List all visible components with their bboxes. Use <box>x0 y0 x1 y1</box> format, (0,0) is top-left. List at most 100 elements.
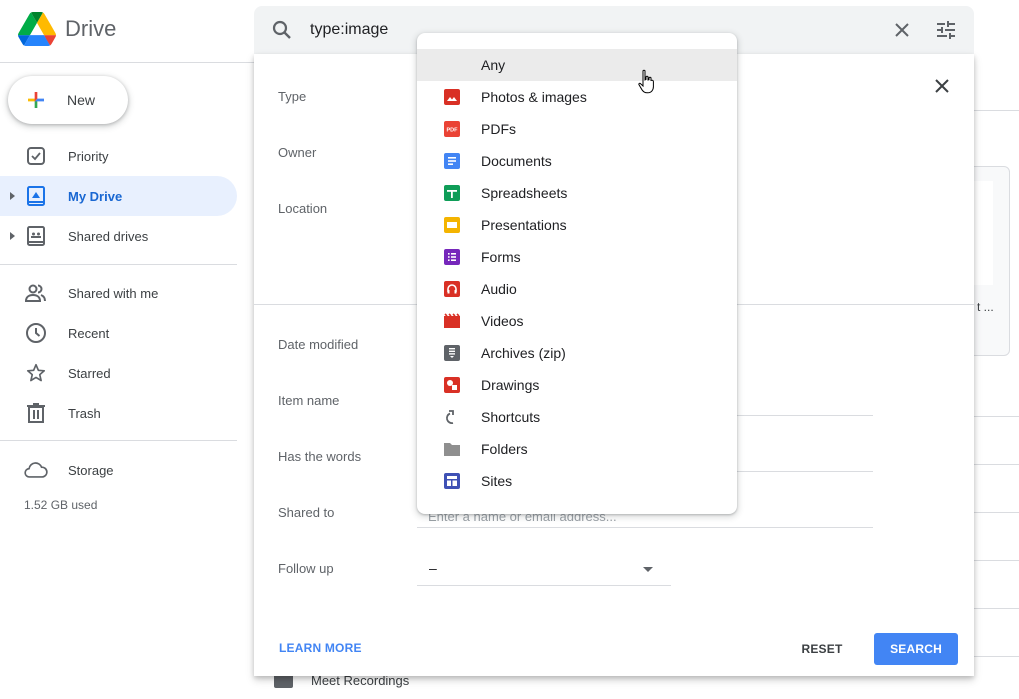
sidebar-item-shared-with-me[interactable]: Shared with me <box>0 273 237 313</box>
sidebar-item-label: Priority <box>68 148 109 164</box>
type-option-label: Archives (zip) <box>481 345 566 361</box>
clear-search-icon[interactable] <box>890 18 914 47</box>
background-row-divider <box>974 608 1019 609</box>
location-label: Location <box>278 201 328 216</box>
star-icon <box>24 361 48 385</box>
type-option-shortcuts[interactable]: Shortcuts <box>417 401 737 433</box>
sidebar-item-trash[interactable]: Trash <box>0 393 237 433</box>
my-drive-icon <box>24 184 48 208</box>
type-option-label: Sites <box>481 473 513 489</box>
type-option-label: Presentations <box>481 217 567 233</box>
sidebar-item-label: My Drive <box>68 188 123 204</box>
type-option-label: Videos <box>481 313 524 329</box>
dropdown-arrow-icon <box>643 567 653 572</box>
pdf-icon: PDF <box>444 121 460 137</box>
type-option-label: PDFs <box>481 121 516 137</box>
search-button[interactable]: SEARCH <box>874 633 958 665</box>
type-option-archives[interactable]: Archives (zip) <box>417 337 737 369</box>
file-card-name: t ... <box>977 300 994 314</box>
app-name: Drive <box>65 16 117 41</box>
image-icon <box>444 89 460 105</box>
type-option-label: Audio <box>481 281 517 297</box>
priority-check-icon <box>24 144 48 168</box>
learn-more-link[interactable]: LEARN MORE <box>279 641 362 655</box>
type-dropdown-menu: Any Photos & images PDF PDFs Documents S… <box>417 33 737 514</box>
type-option-sites[interactable]: Sites <box>417 465 737 497</box>
drive-logo-icon <box>18 12 56 46</box>
type-option-audio[interactable]: Audio <box>417 273 737 305</box>
type-option-videos[interactable]: Videos <box>417 305 737 337</box>
shared-to-label: Shared to <box>278 505 335 520</box>
type-option-spreadsheets[interactable]: Spreadsheets <box>417 177 737 209</box>
sidebar-item-label: Storage <box>68 462 114 478</box>
shortcut-icon <box>444 409 460 425</box>
type-option-label: Shortcuts <box>481 409 541 425</box>
has-words-label: Has the words <box>278 449 362 464</box>
drive-app: Drive New Priority My Drive Shared drive… <box>0 0 1019 699</box>
type-option-presentations[interactable]: Presentations <box>417 209 737 241</box>
type-option-label: Drawings <box>481 377 540 393</box>
docs-icon <box>444 153 460 169</box>
hand-pointer-cursor-icon <box>638 69 656 100</box>
sidebar-item-label: Recent <box>68 325 110 341</box>
sidebar-item-shared-drives[interactable]: Shared drives <box>0 216 237 256</box>
follow-up-select[interactable]: – <box>417 554 671 586</box>
item-name-label: Item name <box>278 393 340 408</box>
type-option-drawings[interactable]: Drawings <box>417 369 737 401</box>
reset-button[interactable]: RESET <box>794 633 850 665</box>
close-dialog-icon[interactable] <box>930 74 954 103</box>
storage-used-text: 1.52 GB used <box>24 498 98 512</box>
cloud-icon <box>24 458 48 482</box>
sidebar-item-label: Trash <box>68 405 101 421</box>
type-option-photos[interactable]: Photos & images <box>417 81 737 113</box>
drawings-icon <box>444 377 460 393</box>
background-row-divider <box>974 656 1019 657</box>
sidebar-item-storage[interactable]: Storage <box>0 450 237 490</box>
background-row-divider <box>974 512 1019 513</box>
type-option-label: Documents <box>481 153 552 169</box>
background-row-divider <box>974 464 1019 465</box>
sidebar-item-label: Starred <box>68 365 111 381</box>
type-option-label: Forms <box>481 249 521 265</box>
sidebar-item-starred[interactable]: Starred <box>0 353 237 393</box>
follow-up-label: Follow up <box>278 561 334 576</box>
sidebar-divider <box>0 264 237 265</box>
type-option-pdfs[interactable]: PDF PDFs <box>417 113 737 145</box>
sidebar-item-label: Shared drives <box>68 228 149 244</box>
folder-icon <box>444 441 460 457</box>
type-label: Type <box>278 89 307 104</box>
clock-icon <box>24 321 48 345</box>
sidebar-item-my-drive[interactable]: My Drive <box>0 176 237 216</box>
sidebar-item-priority[interactable]: Priority <box>0 136 237 176</box>
type-option-label: Folders <box>481 441 528 457</box>
type-option-forms[interactable]: Forms <box>417 241 737 273</box>
sheets-icon <box>444 185 460 201</box>
new-button[interactable]: New <box>8 76 128 124</box>
sidebar-divider <box>0 440 237 441</box>
expand-caret-icon[interactable] <box>10 192 15 200</box>
follow-up-value: – <box>429 560 437 576</box>
background-divider <box>974 110 1019 111</box>
forms-icon <box>444 249 460 265</box>
people-icon <box>24 281 48 305</box>
trash-icon <box>24 401 48 425</box>
audio-icon <box>444 281 460 297</box>
sites-icon <box>444 473 460 489</box>
shared-drives-icon <box>24 224 48 248</box>
search-icon[interactable] <box>270 18 294 47</box>
svg-text:PDF: PDF <box>447 128 459 134</box>
expand-caret-icon[interactable] <box>10 232 15 240</box>
type-option-label: Photos & images <box>481 89 587 105</box>
type-option-label: Any <box>481 57 506 73</box>
search-options-tune-icon[interactable] <box>934 18 958 47</box>
archive-icon <box>444 345 460 361</box>
drive-logo[interactable]: Drive <box>18 12 116 46</box>
shared-to-underline <box>417 527 873 528</box>
type-option-any[interactable]: Any <box>417 49 737 81</box>
video-icon <box>444 313 460 329</box>
slides-icon <box>444 217 460 233</box>
type-option-documents[interactable]: Documents <box>417 145 737 177</box>
background-row-divider <box>974 560 1019 561</box>
sidebar-item-recent[interactable]: Recent <box>0 313 237 353</box>
type-option-folders[interactable]: Folders <box>417 433 737 465</box>
